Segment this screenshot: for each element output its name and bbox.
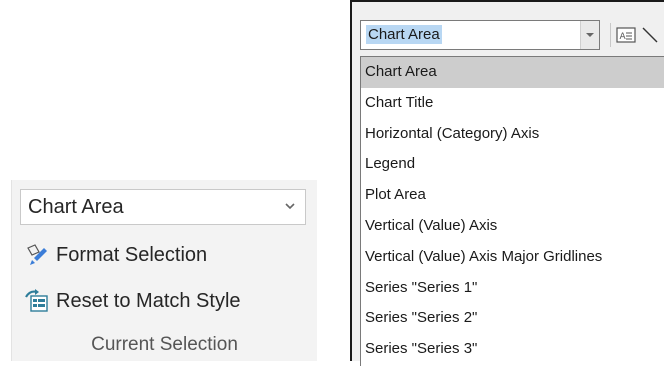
current-selection-group: Chart Area Format Selection Reset to Mat… — [11, 180, 317, 361]
svg-text:A: A — [620, 32, 627, 42]
dropdown-list-item[interactable]: Chart Area — [361, 57, 664, 88]
shape-tools: A — [610, 22, 659, 48]
dropdown-list-item[interactable]: Chart Title — [361, 88, 664, 119]
dropdown-list-item[interactable]: Plot Area — [361, 180, 664, 211]
dropdown-list-item[interactable]: Series "Series 1" — [361, 273, 664, 304]
chevron-down-icon[interactable] — [283, 199, 297, 213]
dropdown-list-item[interactable]: Vertical (Value) Axis Major Gridlines — [361, 242, 664, 273]
line-shape-icon[interactable] — [641, 25, 659, 45]
format-selection-icon — [27, 244, 47, 265]
dropdown-list-item[interactable]: Series "Series 2" — [361, 303, 664, 334]
dropdown-value: Chart Area — [366, 25, 442, 44]
format-selection-button[interactable]: Format Selection — [24, 238, 207, 272]
text-box-icon[interactable]: A — [615, 25, 637, 45]
dropdown-list-item[interactable]: Horizontal (Category) Axis — [361, 119, 664, 150]
dropdown-list-item[interactable]: Vertical (Value) Axis — [361, 211, 664, 242]
chart-elements-list: Chart Area Chart Title Horizontal (Categor… — [360, 56, 664, 366]
reset-to-match-style-label: Reset to Match Style — [56, 289, 241, 312]
format-toolbar: Chart Area A — [352, 2, 664, 56]
toolbar-divider — [610, 23, 611, 47]
format-selection-label: Format Selection — [56, 243, 208, 266]
chart-elements-combo[interactable]: Chart Area — [20, 189, 306, 225]
chevron-down-icon[interactable] — [580, 21, 599, 49]
chart-elements-dropdown-panel: Chart Area A Chart Area Chart Title Horizo… — [350, 0, 664, 366]
dropdown-list-item[interactable]: Legend — [361, 149, 664, 180]
chart-elements-dropdown[interactable]: Chart Area — [360, 20, 600, 50]
dropdown-list-item[interactable]: Series "Series 3" — [361, 334, 664, 365]
group-label: Current Selection — [91, 334, 238, 355]
chart-elements-value: Chart Area — [28, 196, 124, 218]
reset-to-match-style-button[interactable]: Reset to Match Style — [24, 284, 241, 318]
reset-style-icon — [25, 289, 48, 312]
